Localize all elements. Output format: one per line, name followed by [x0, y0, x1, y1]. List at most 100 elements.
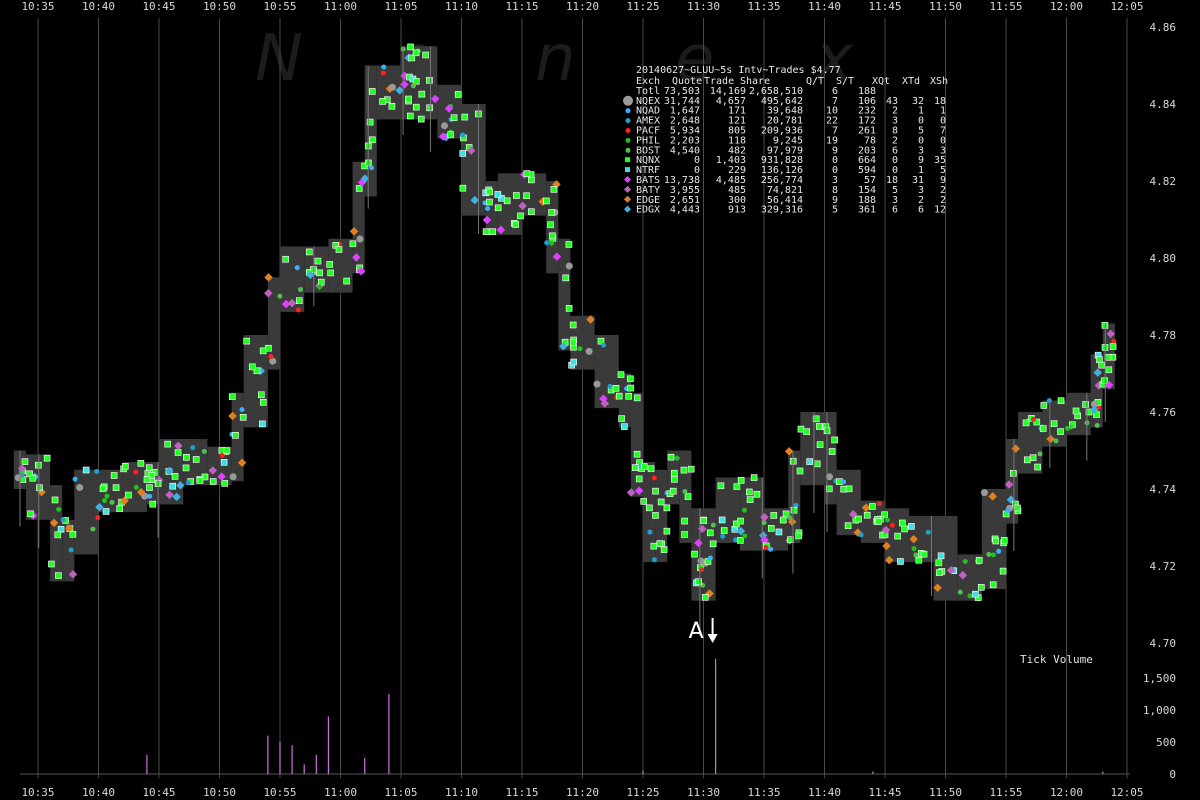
x-tick-label: 10:55 [263, 0, 296, 13]
trade-marker [182, 464, 190, 472]
trade-marker [1096, 356, 1103, 364]
legend-marker [625, 147, 631, 153]
trade-marker [54, 531, 62, 539]
trade-marker [43, 454, 51, 462]
trade-marker [957, 589, 963, 595]
x-tick-label: 12:05 [1110, 786, 1143, 799]
trade-marker [196, 477, 204, 484]
trade-marker [381, 64, 387, 70]
trade-marker [94, 469, 100, 475]
trade-marker [327, 269, 334, 277]
trade-marker [593, 380, 601, 388]
trade-marker [925, 529, 931, 535]
trade-marker [220, 459, 228, 466]
trade-marker [691, 550, 698, 558]
trade-marker [99, 485, 107, 492]
trade-marker [174, 449, 182, 456]
trade-marker [48, 560, 55, 568]
trade-marker [137, 460, 145, 467]
trade-marker [701, 594, 709, 601]
trade-marker [986, 551, 992, 557]
trade-marker [489, 228, 497, 235]
trade-marker [149, 500, 157, 508]
trade-marker [565, 241, 573, 248]
trade-marker [36, 484, 43, 491]
trade-marker [549, 240, 555, 246]
trade-marker [680, 466, 688, 474]
trade-marker [68, 547, 74, 553]
x-tick-label: 10:50 [203, 0, 236, 13]
trade-marker [412, 49, 420, 57]
x-tick-label: 11:40 [808, 0, 841, 13]
legend-cell: 329,316 [761, 205, 803, 216]
trade-marker [855, 515, 862, 523]
x-tick-label: 11:55 [989, 0, 1022, 13]
x-tick-label: 11:45 [868, 786, 901, 799]
trade-marker [717, 482, 725, 490]
trade-marker [1104, 353, 1112, 361]
trade-marker [770, 512, 778, 519]
trade-marker [407, 43, 414, 51]
trade-marker [239, 413, 247, 421]
trade-marker [221, 480, 228, 487]
trade-marker [494, 191, 502, 198]
trade-marker [1023, 456, 1031, 464]
trade-marker [248, 363, 256, 371]
trade-marker [461, 113, 469, 121]
trade-marker [57, 525, 65, 533]
trade-marker [875, 518, 882, 525]
trade-marker [485, 205, 491, 211]
x-tick-label: 11:00 [324, 0, 357, 13]
trade-marker [406, 112, 414, 120]
annotation-label: A [689, 619, 704, 644]
trade-marker [56, 506, 62, 512]
x-tick-label: 11:20 [566, 786, 599, 799]
trade-marker [709, 540, 717, 548]
trade-marker [908, 523, 915, 530]
trade-marker [779, 516, 787, 524]
trade-marker [297, 287, 303, 293]
x-tick-label: 10:45 [142, 0, 175, 13]
trade-marker [741, 507, 747, 513]
trade-marker [671, 476, 678, 483]
price-tick-label: 4.84 [1150, 98, 1177, 111]
trade-marker [601, 342, 607, 348]
trade-marker [663, 504, 671, 512]
trade-marker [185, 480, 191, 486]
trade-marker [349, 240, 357, 248]
trade-marker [133, 484, 139, 490]
trade-marker [651, 557, 657, 563]
volume-tick-label: 500 [1156, 736, 1176, 749]
trade-marker [775, 528, 783, 536]
trade-marker [635, 475, 643, 483]
trade-marker [405, 95, 412, 103]
trade-marker [486, 188, 493, 196]
trade-marker [1053, 438, 1059, 444]
trade-marker [763, 545, 769, 551]
trade-marker [90, 526, 96, 532]
trade-marker [897, 558, 904, 565]
chart-title: 20140627~GLUU~5s Intv~Trades $4.77 [636, 65, 841, 76]
trade-marker [1000, 537, 1008, 544]
trade-marker [681, 517, 688, 525]
x-tick-label: 11:50 [929, 786, 962, 799]
trade-marker [627, 375, 634, 383]
price-tick-label: 4.82 [1150, 175, 1177, 188]
trade-marker [379, 98, 386, 105]
trade-marker [1034, 463, 1041, 471]
trade-marker [82, 466, 90, 474]
trade-marker [1050, 420, 1058, 427]
x-tick-label: 11:20 [566, 0, 599, 13]
x-tick-label: 11:30 [687, 0, 720, 13]
trade-marker [651, 475, 657, 481]
trade-marker [454, 91, 462, 98]
trade-marker [915, 556, 923, 564]
trade-marker [899, 519, 906, 527]
trade-marker [1010, 469, 1017, 477]
trade-marker [663, 527, 671, 535]
trade-marker [670, 469, 678, 477]
trade-marker [355, 185, 363, 192]
trade-marker [999, 567, 1007, 575]
trade-marker [667, 453, 675, 461]
trade-marker [737, 477, 745, 484]
